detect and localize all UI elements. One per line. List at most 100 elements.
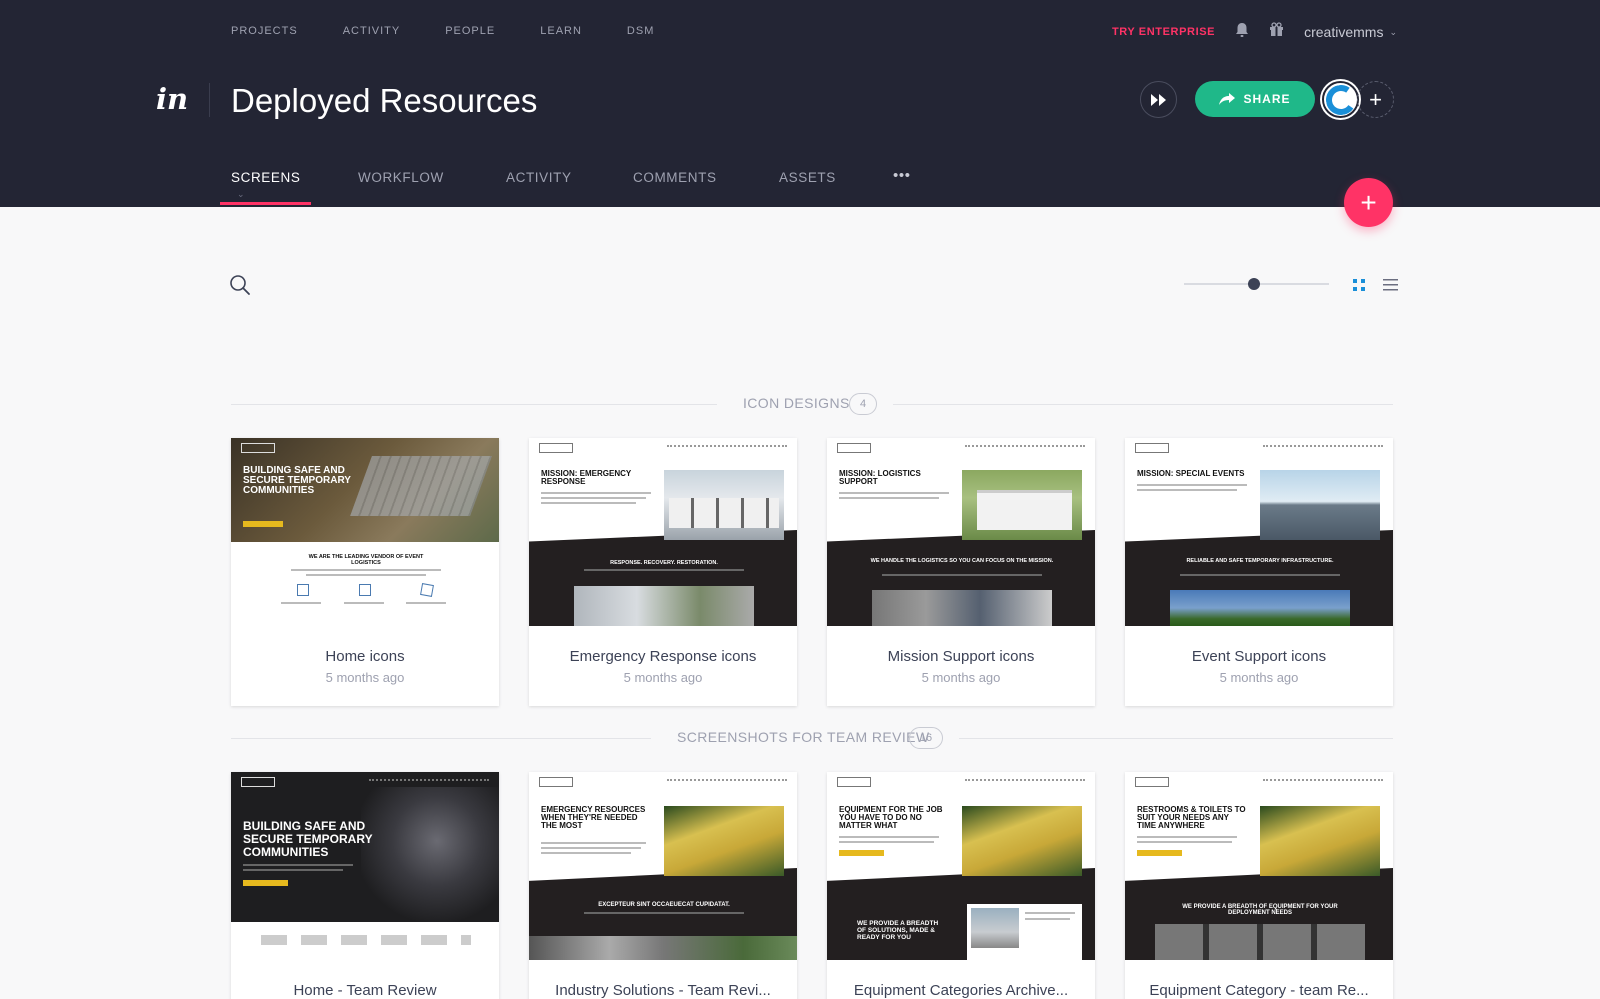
site-logo (241, 443, 275, 453)
site-nav (369, 779, 489, 781)
text-line (839, 841, 934, 843)
chevron-down-icon: ⌄ (1389, 26, 1397, 37)
share-label: SHARE (1243, 92, 1291, 106)
sub-photo (574, 586, 754, 626)
text-line (1137, 841, 1232, 843)
tab-comments[interactable]: COMMENTS (633, 170, 717, 185)
text-line (243, 869, 343, 871)
screen-thumbnail[interactable]: MISSION: LOGISTICS SUPPORT WE HANDLE THE… (827, 438, 1095, 626)
site-logo (1135, 777, 1169, 787)
text-line (839, 497, 939, 499)
screen-thumbnail[interactable]: BUILDING SAFE AND SECURE TEMPORARY COMMU… (231, 438, 499, 626)
screen-thumbnail[interactable]: EQUIPMENT FOR THE JOB YOU HAVE TO DO NO … (827, 772, 1095, 960)
screen-card[interactable]: MISSION: EMERGENCY RESPONSE RESPONSE. RE… (529, 438, 797, 706)
share-button[interactable]: SHARE (1195, 81, 1315, 117)
grid-view-button[interactable] (1352, 278, 1366, 297)
screen-card[interactable]: MISSION: LOGISTICS SUPPORT WE HANDLE THE… (827, 438, 1095, 706)
screen-card[interactable]: BUILDING SAFE AND SECURE TEMPORARY COMMU… (231, 772, 499, 999)
text-line (344, 602, 384, 604)
site-logo (539, 443, 573, 453)
screen-card[interactable]: MISSION: SPECIAL EVENTS RELIABLE AND SAF… (1125, 438, 1393, 706)
top-nav: PROJECTS ACTIVITY PEOPLE LEARN DSM (231, 25, 654, 37)
site-nav (667, 779, 787, 781)
text-line (584, 569, 744, 571)
cta-button (243, 521, 283, 527)
divider (231, 738, 651, 739)
screen-thumbnail[interactable]: MISSION: EMERGENCY RESPONSE RESPONSE. RE… (529, 438, 797, 626)
share-arrow-icon (1219, 93, 1236, 105)
nav-projects[interactable]: PROJECTS (231, 25, 298, 37)
card-caption: Mission Support icons 5 months ago (827, 648, 1095, 685)
nav-people[interactable]: PEOPLE (445, 25, 495, 37)
screen-card[interactable]: EQUIPMENT FOR THE JOB YOU HAVE TO DO NO … (827, 772, 1095, 999)
tab-workflow[interactable]: WORKFLOW (358, 170, 444, 185)
card-timestamp: 5 months ago (325, 670, 405, 685)
nav-dsm[interactable]: DSM (627, 25, 654, 37)
list-icon (1383, 279, 1398, 291)
thumb-headline: EMERGENCY RESOURCES WHEN THEY'RE NEEDED … (541, 805, 646, 830)
hero-photo (664, 806, 784, 876)
cta-button (839, 850, 884, 856)
site-nav (965, 445, 1085, 447)
tab-screens-label: SCREENS (231, 170, 301, 185)
add-screen-button[interactable]: + (1344, 178, 1393, 227)
screen-card[interactable]: BUILDING SAFE AND SECURE TEMPORARY COMMU… (231, 438, 499, 706)
thumb-subhead: WE PROVIDE A BREADTH OF EQUIPMENT FOR YO… (1182, 904, 1338, 916)
divider (893, 404, 1393, 405)
try-enterprise-link[interactable]: TRY ENTERPRISE (1112, 26, 1215, 38)
preview-button[interactable] (1140, 81, 1177, 118)
tab-activity[interactable]: ACTIVITY (506, 170, 572, 185)
site-logo (837, 777, 871, 787)
user-menu[interactable]: creativemms ⌄ (1304, 24, 1397, 40)
thumb-headline: EQUIPMENT FOR THE JOB YOU HAVE TO DO NO … (839, 805, 943, 830)
site-logo (1135, 443, 1169, 453)
thumb-headline: BUILDING SAFE AND SECURE TEMPORARY COMMU… (243, 819, 373, 859)
hero-photo (1260, 470, 1380, 540)
page-title: Deployed Resources (231, 82, 538, 119)
section-header-team-review: SCREENSHOTS FOR TEAM REVIEW 16 (231, 727, 1393, 749)
plus-icon: + (1360, 186, 1377, 218)
thumb-subhead: RELIABLE AND SAFE TEMPORARY INFRASTRUCTU… (1186, 558, 1334, 564)
nav-learn[interactable]: LEARN (540, 25, 582, 37)
divider (959, 738, 1393, 739)
list-view-button[interactable] (1383, 278, 1398, 297)
screen-card[interactable]: RESTROOMS & TOILETS TO SUIT YOUR NEEDS A… (1125, 772, 1393, 999)
bell-icon[interactable] (1235, 22, 1249, 43)
tab-screens[interactable]: SCREENS ⌄ (231, 170, 300, 200)
text-line (406, 602, 446, 604)
text-line (306, 574, 426, 576)
invision-logo[interactable]: in (156, 82, 188, 116)
hero-photo (1260, 806, 1380, 876)
feature-icon (420, 583, 434, 597)
gift-icon[interactable] (1269, 22, 1284, 42)
screen-thumbnail[interactable]: EMERGENCY RESOURCES WHEN THEY'RE NEEDED … (529, 772, 797, 960)
thumb-subhead: WE HANDLE THE LOGISTICS SO YOU CAN FOCUS… (870, 558, 1054, 564)
category-photo (971, 908, 1019, 948)
card-caption: Equipment Categories Archive... (827, 982, 1095, 999)
screen-card[interactable]: EMERGENCY RESOURCES WHEN THEY'RE NEEDED … (529, 772, 797, 999)
card-title: Mission Support icons (887, 648, 1035, 665)
tab-assets[interactable]: ASSETS (779, 170, 836, 185)
screen-thumbnail[interactable]: BUILDING SAFE AND SECURE TEMPORARY COMMU… (231, 772, 499, 960)
text-line (281, 602, 321, 604)
chevron-down-icon: ⌄ (237, 189, 246, 199)
search-button[interactable] (229, 274, 251, 301)
section-title: ICON DESIGNS (743, 395, 850, 411)
nav-activity[interactable]: ACTIVITY (343, 25, 401, 37)
hero-photo (962, 806, 1082, 876)
sub-photo (529, 936, 797, 960)
section-count: 4 (849, 393, 877, 415)
thumb-subhead: WE ARE THE LEADING VENDOR OF EVENT LOGIS… (308, 554, 424, 566)
screen-thumbnail[interactable]: RESTROOMS & TOILETS TO SUIT YOUR NEEDS A… (1125, 772, 1393, 960)
screen-thumbnail[interactable]: MISSION: SPECIAL EVENTS RELIABLE AND SAF… (1125, 438, 1393, 626)
avatar[interactable] (1322, 81, 1359, 118)
product-grid (1155, 924, 1365, 960)
add-person-button[interactable]: + (1357, 81, 1394, 118)
trailers (669, 498, 779, 528)
thumb-subhead: RESPONSE. RECOVERY. RESTORATION. (610, 560, 718, 566)
more-tabs-button[interactable]: ••• (893, 167, 911, 184)
user-avatar-icon (1324, 83, 1357, 116)
card-caption: Equipment Category - team Re... (1125, 982, 1393, 999)
slider-handle[interactable] (1248, 278, 1260, 290)
plus-icon: + (1369, 86, 1382, 112)
